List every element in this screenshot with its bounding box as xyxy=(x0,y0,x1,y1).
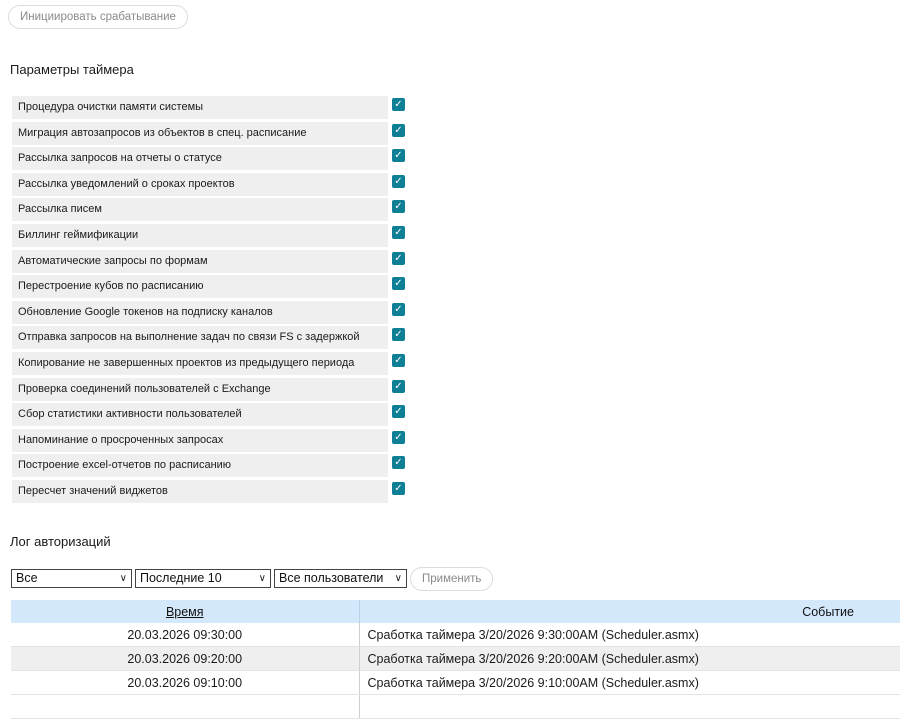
timer-param-label: Рассылка запросов на отчеты о статусе xyxy=(12,147,388,171)
auth-log-title: Лог авторизаций xyxy=(10,534,111,549)
table-row xyxy=(11,694,900,719)
timer-param-checkbox[interactable]: ✓ xyxy=(392,200,405,214)
timer-param-checkbox[interactable]: ✓ xyxy=(392,481,405,495)
timer-param-label: Сбор статистики активности пользователей xyxy=(12,403,388,427)
timer-param-row: Процедура очистки памяти системы ✓ xyxy=(12,96,412,119)
log-time-cell: 20.03.2026 09:10:00 xyxy=(11,670,359,695)
timer-param-row: Копирование не завершенных проектов из п… xyxy=(12,351,412,375)
log-event-cell: Сработка таймера 3/20/2026 9:20:00AM (Sc… xyxy=(358,646,900,671)
users-select[interactable]: Все пользователи ∨ xyxy=(274,569,407,588)
timer-param-row: Рассылка писем ✓ xyxy=(12,198,412,222)
event-type-select-value: Все xyxy=(16,571,38,585)
timer-param-row: Напоминание о просроченных запросах ✓ xyxy=(12,428,412,452)
timer-param-label: Пересчет значений виджетов xyxy=(12,479,388,503)
time-column-header[interactable]: Время xyxy=(11,600,359,623)
trigger-button[interactable]: Инициировать срабатывание xyxy=(8,5,188,29)
log-time-cell: 20.03.2026 09:20:00 xyxy=(11,646,359,671)
timer-param-label: Рассылка писем xyxy=(12,198,388,222)
timer-param-row: Отправка запросов на выполнение задач по… xyxy=(12,326,412,350)
timer-param-checkbox[interactable]: ✓ xyxy=(392,302,405,316)
timer-param-checkbox[interactable]: ✓ xyxy=(392,225,405,239)
log-event-cell: Сработка таймера 3/20/2026 9:10:00AM (Sc… xyxy=(358,670,900,695)
timer-param-label: Автоматические запросы по формам xyxy=(12,249,388,273)
timer-param-label: Проверка соединений пользователей с Exch… xyxy=(12,377,388,401)
record-count-select[interactable]: Последние 10 ∨ xyxy=(135,569,271,588)
table-row: 20.03.2026 09:10:00 Сработка таймера 3/20… xyxy=(11,670,900,695)
log-time-cell xyxy=(11,694,359,719)
timer-param-label: Перестроение кубов по расписанию xyxy=(12,275,388,299)
event-column-header: Событие xyxy=(358,600,900,623)
timer-param-checkbox[interactable]: ✓ xyxy=(392,174,405,188)
timer-param-label: Построение excel-отчетов по расписанию xyxy=(12,454,388,478)
timer-params-list: Процедура очистки памяти системы ✓ Миграци… xyxy=(12,96,412,506)
timer-param-checkbox[interactable]: ✓ xyxy=(392,379,405,393)
timer-param-label: Рассылка уведомлений о сроках проектов xyxy=(12,172,388,196)
timer-param-checkbox[interactable]: ✓ xyxy=(392,456,405,470)
users-select-value: Все пользователи xyxy=(279,571,384,585)
timer-param-checkbox[interactable]: ✓ xyxy=(392,353,405,367)
table-header-row: Время Событие xyxy=(11,600,900,623)
timer-param-label: Миграция автозапросов из объектов в спец… xyxy=(12,121,388,145)
table-row: 20.03.2026 09:30:00 Сработка таймера 3/20… xyxy=(11,623,900,647)
timer-param-row: Сбор статистики активности пользователей… xyxy=(12,403,412,427)
timer-param-label: Биллинг геймификации xyxy=(12,223,388,247)
timer-param-checkbox[interactable]: ✓ xyxy=(392,430,405,444)
log-event-cell xyxy=(358,694,900,719)
timer-param-row: Рассылка запросов на отчеты о статусе ✓ xyxy=(12,147,412,171)
timer-param-checkbox[interactable]: ✓ xyxy=(392,405,405,419)
timer-param-label: Обновление Google токенов на подписку ка… xyxy=(12,300,388,324)
chevron-down-icon: ∨ xyxy=(119,573,127,584)
timer-param-row: Построение excel-отчетов по расписанию ✓ xyxy=(12,454,412,478)
timer-param-checkbox[interactable]: ✓ xyxy=(392,328,405,342)
timer-param-label: Процедура очистки памяти системы xyxy=(12,96,388,119)
timer-param-checkbox[interactable]: ✓ xyxy=(392,277,405,291)
auth-log-table: Время Событие 20.03.2026 09:30:00 Сработк… xyxy=(11,600,900,719)
chevron-down-icon: ∨ xyxy=(258,573,266,584)
record-count-select-value: Последние 10 xyxy=(140,571,222,585)
table-row: 20.03.2026 09:20:00 Сработка таймера 3/20… xyxy=(11,646,900,671)
timer-param-row: Перестроение кубов по расписанию ✓ xyxy=(12,275,412,299)
timer-param-label: Отправка запросов на выполнение задач по… xyxy=(12,326,388,350)
timer-param-checkbox[interactable]: ✓ xyxy=(392,251,405,265)
apply-button[interactable]: Применить xyxy=(410,567,494,591)
timer-param-row: Биллинг геймификации ✓ xyxy=(12,223,412,247)
event-type-select[interactable]: Все ∨ xyxy=(11,569,132,588)
timer-param-row: Автоматические запросы по формам ✓ xyxy=(12,249,412,273)
log-event-cell: Сработка таймера 3/20/2026 9:30:00AM (Sc… xyxy=(358,623,900,647)
timer-param-row: Проверка соединений пользователей с Exch… xyxy=(12,377,412,401)
timer-param-row: Обновление Google токенов на подписку ка… xyxy=(12,300,412,324)
timer-param-row: Рассылка уведомлений о сроках проектов ✓ xyxy=(12,172,412,196)
log-time-cell: 20.03.2026 09:30:00 xyxy=(11,623,359,647)
timer-params-title: Параметры таймера xyxy=(10,62,134,77)
timer-param-label: Напоминание о просроченных запросах xyxy=(12,428,388,452)
timer-param-checkbox[interactable]: ✓ xyxy=(392,149,405,163)
timer-param-row: Миграция автозапросов из объектов в спец… xyxy=(12,121,412,145)
timer-param-label: Копирование не завершенных проектов из п… xyxy=(12,351,388,375)
timer-param-row: Пересчет значений виджетов ✓ xyxy=(12,479,412,503)
chevron-down-icon: ∨ xyxy=(394,573,402,584)
timer-param-checkbox[interactable]: ✓ xyxy=(392,123,405,137)
timer-param-checkbox[interactable]: ✓ xyxy=(392,98,405,111)
